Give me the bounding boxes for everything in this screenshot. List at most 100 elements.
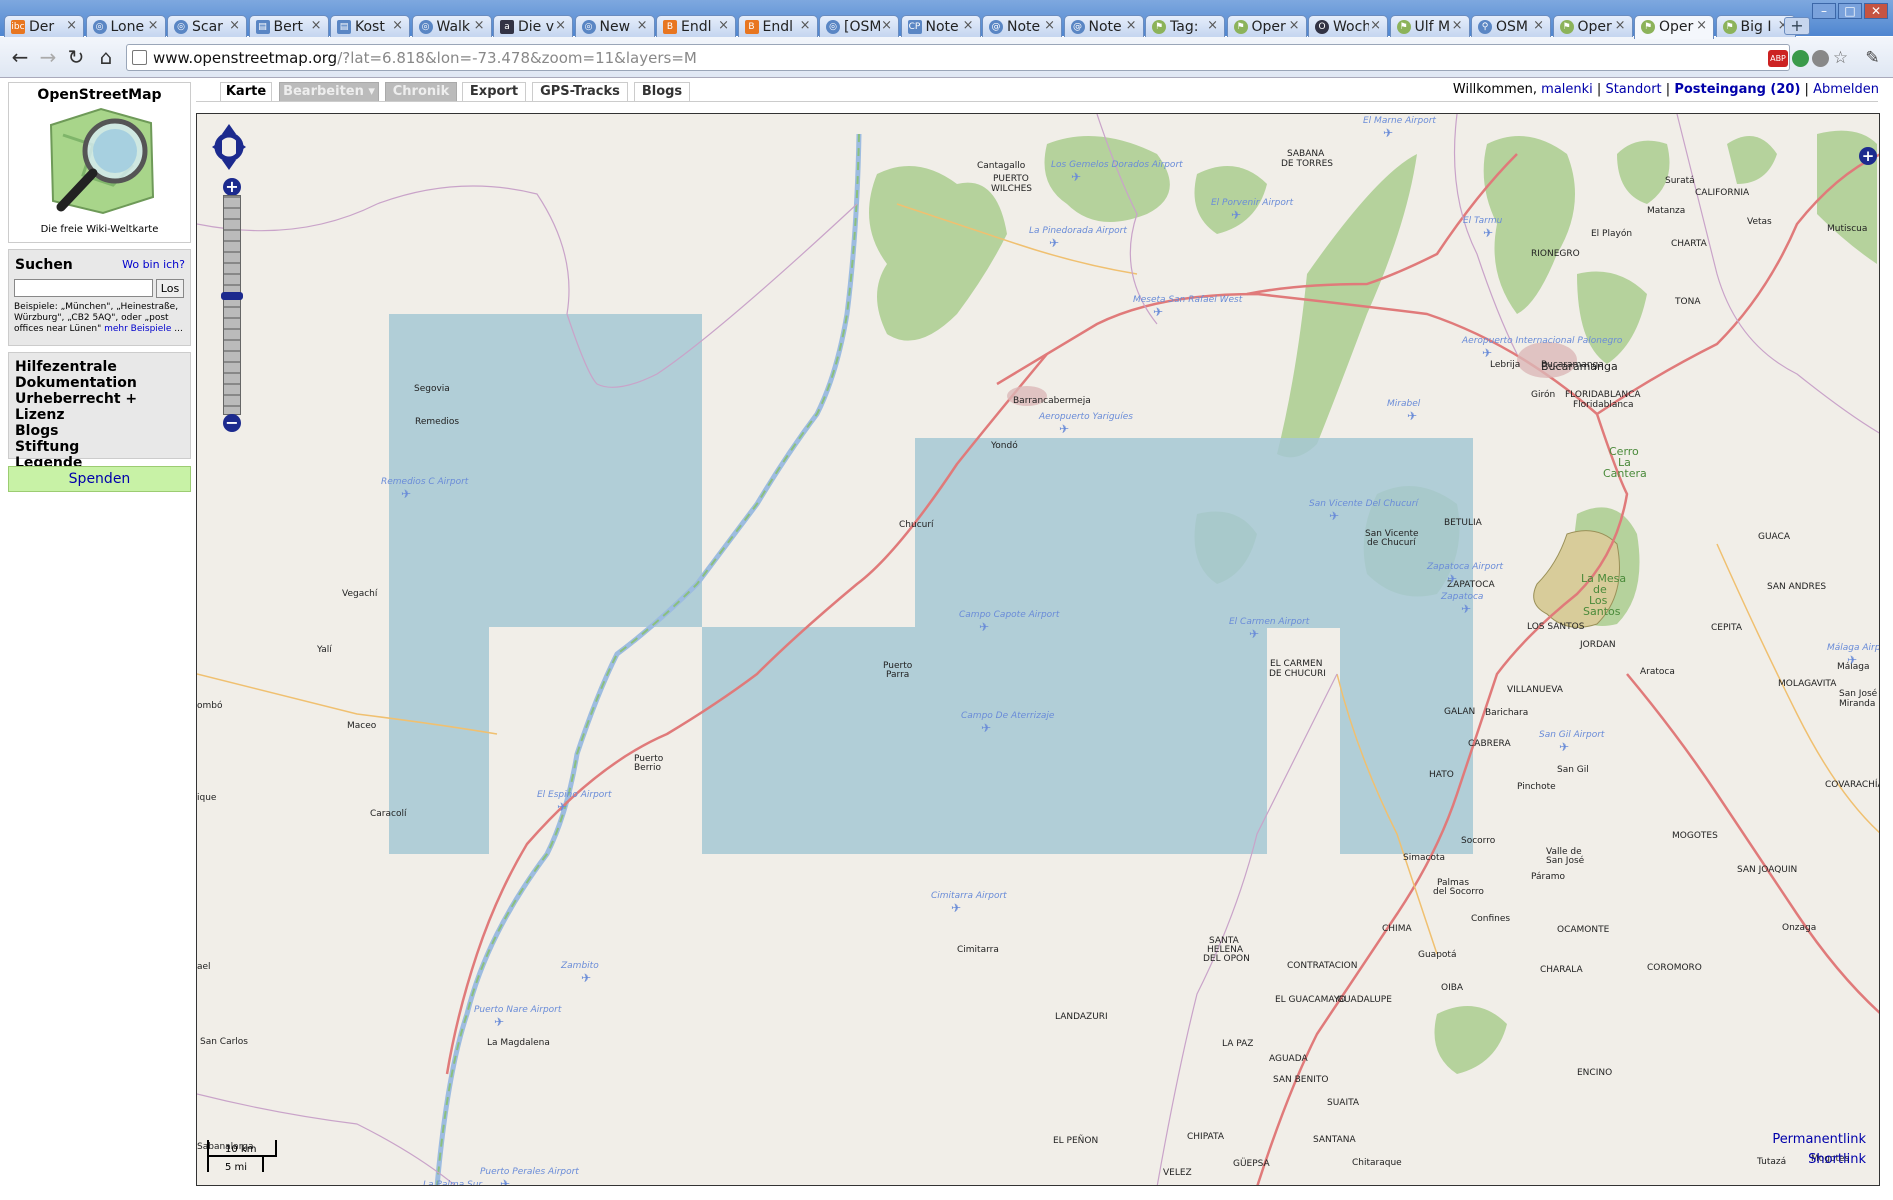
zoom-bar[interactable] (223, 195, 241, 415)
tab-close-icon[interactable]: × (800, 18, 811, 33)
globe-icon[interactable] (1792, 50, 1809, 67)
browser-tab[interactable]: @ Note × (1063, 15, 1144, 38)
airport-label: Campo Capote Airport (959, 610, 1060, 620)
tab-title: Der (29, 19, 55, 35)
place-label: BETULIA (1444, 518, 1482, 528)
clock-icon[interactable] (1812, 50, 1829, 67)
maximize-button[interactable]: □ (1838, 3, 1862, 19)
url-text[interactable]: www.openstreetmap.org/?lat=6.818&lon=-73… (153, 49, 697, 67)
tab-gps-tracks[interactable]: GPS-Tracks (532, 82, 628, 102)
permalink-link[interactable]: Permanentlink (1772, 1132, 1866, 1147)
browser-tab[interactable]: ⚲ OSM × (1471, 15, 1551, 38)
tab-close-icon[interactable]: × (1533, 18, 1544, 33)
reload-button[interactable]: ↻ (64, 45, 88, 69)
layer-switcher-button[interactable]: + (1859, 147, 1877, 165)
zoom-in-button[interactable]: + (223, 178, 241, 196)
search-button[interactable]: Los (156, 279, 184, 298)
search-input[interactable] (14, 279, 153, 297)
forward-button[interactable]: → (36, 45, 60, 69)
tab-close-icon[interactable]: × (1615, 18, 1626, 33)
place-label: SAN JOAQUIN (1737, 865, 1798, 875)
tab-close-icon[interactable]: × (963, 18, 974, 33)
zoom-slider[interactable] (221, 292, 243, 300)
tab-export[interactable]: Export (462, 82, 526, 102)
sidebar-link-hilfezentrale[interactable]: Hilfezentrale (15, 359, 184, 375)
tab-close-icon[interactable]: × (1207, 18, 1218, 33)
browser-tab[interactable]: B Endl × (656, 15, 736, 38)
zoom-out-button[interactable]: − (223, 414, 241, 432)
tab-close-icon[interactable]: × (148, 18, 159, 33)
browser-tab[interactable]: O Woch × (1308, 15, 1388, 38)
browser-tab[interactable]: ◎ Scar × (167, 15, 247, 38)
tab-close-icon[interactable]: × (1696, 18, 1707, 33)
sidebar-link-dokumentation[interactable]: Dokumentation (15, 375, 184, 391)
wrench-icon[interactable]: ✎ (1864, 50, 1881, 67)
tab-close-icon[interactable]: × (1289, 18, 1300, 33)
browser-tab[interactable]: ▤ Kost × (330, 15, 410, 38)
map-view[interactable]: Cantagallo PUERTO WILCHES SABANA DE TORRES Se… (196, 113, 1880, 1186)
close-window-button[interactable]: ✕ (1864, 3, 1888, 19)
tab-close-icon[interactable]: × (637, 18, 648, 33)
tab-title: Big I (1740, 19, 1772, 35)
browser-tab[interactable]: ◎ [OSM × (819, 15, 899, 38)
tab-close-icon[interactable]: × (1044, 18, 1055, 33)
browser-tab[interactable]: B Endl × (737, 15, 818, 38)
location-link[interactable]: Standort (1605, 82, 1661, 97)
inbox-link[interactable]: Posteingang (20) (1674, 82, 1800, 97)
browser-tab[interactable]: a Die v × (493, 15, 573, 38)
home-button[interactable]: ⌂ (94, 45, 118, 69)
browser-tab[interactable]: ibc Der × (4, 15, 84, 38)
browser-window: ibc Der × ◎ Lone × ◎ Scar × ▤ Bert × ▤ Kost × ◎ Walk × a Di… (0, 0, 1893, 1200)
place-label: San Carlos (200, 1037, 248, 1047)
tab-close-icon[interactable]: × (555, 18, 566, 33)
place-label: Mutiscua (1827, 224, 1868, 234)
tab-close-icon[interactable]: × (474, 18, 485, 33)
more-examples-link[interactable]: mehr Beispiele (104, 324, 171, 334)
donate-button[interactable]: Spenden (8, 466, 191, 492)
tab-close-icon[interactable]: × (392, 18, 403, 33)
browser-tab[interactable]: ▤ Bert × (248, 15, 329, 38)
tab-close-icon[interactable]: × (718, 18, 729, 33)
back-button[interactable]: ← (8, 45, 32, 69)
tab-close-icon[interactable]: × (1452, 18, 1463, 33)
logout-link[interactable]: Abmelden (1813, 82, 1879, 97)
tab-close-icon[interactable]: × (311, 18, 322, 33)
browser-tab[interactable]: ◎ New × (574, 15, 655, 38)
sidebar-link-stiftung[interactable]: Stiftung (15, 439, 184, 455)
pan-control-icon[interactable] (212, 122, 248, 172)
place-label: CABRERA (1468, 739, 1511, 749)
tab-chronik[interactable]: Chronik (385, 82, 457, 102)
new-tab-button[interactable]: + (1784, 17, 1810, 35)
browser-tab[interactable]: ⚑ Tag: × (1145, 15, 1225, 38)
browser-tab[interactable]: @ Note × (982, 15, 1062, 38)
browser-tab[interactable]: CP Note × (900, 15, 981, 38)
tab-karte[interactable]: Karte (220, 82, 272, 102)
bookmark-star-icon[interactable]: ☆ (1832, 50, 1849, 67)
where-am-i-link[interactable]: Wo bin ich? (122, 258, 185, 271)
username-link[interactable]: malenki (1541, 82, 1593, 97)
browser-tab[interactable]: ⚑ Oper × (1634, 15, 1714, 39)
adblock-icon[interactable]: ABP (1768, 50, 1788, 67)
tab-close-icon[interactable]: × (1370, 18, 1381, 33)
sidebar-link-blogs[interactable]: Blogs (15, 423, 184, 439)
tab-close-icon[interactable]: × (66, 18, 77, 33)
place-label: Lebrija (1490, 360, 1521, 370)
place-label: Maceo (347, 721, 377, 731)
place-label: Floridablanca (1573, 400, 1634, 410)
tab-bearbeiten[interactable]: Bearbeiten ▾ (279, 82, 379, 102)
browser-tab[interactable]: ⚑ Ulf M × (1389, 15, 1470, 38)
address-bar[interactable]: www.openstreetmap.org/?lat=6.818&lon=-73… (126, 44, 1790, 71)
place-label: DE CHUCURI (1269, 669, 1326, 679)
browser-tab[interactable]: ◎ Lone × (85, 15, 166, 38)
tab-close-icon[interactable]: × (1126, 18, 1137, 33)
tab-strip: ibc Der × ◎ Lone × ◎ Scar × ▤ Bert × ▤ Kost × ◎ Walk × a Di… (0, 0, 1893, 39)
shortlink-link[interactable]: Shortlink (1808, 1152, 1866, 1167)
tab-blogs[interactable]: Blogs (634, 82, 690, 102)
tab-close-icon[interactable]: × (881, 18, 892, 33)
browser-tab[interactable]: ⚑ Oper × (1226, 15, 1307, 38)
browser-tab[interactable]: ◎ Walk × (411, 15, 492, 38)
browser-tab[interactable]: ⚑ Oper × (1552, 15, 1633, 38)
tab-close-icon[interactable]: × (229, 18, 240, 33)
minimize-button[interactable]: – (1812, 3, 1836, 19)
sidebar-link-urheberrecht[interactable]: Urheberrecht + Lizenz (15, 391, 184, 423)
